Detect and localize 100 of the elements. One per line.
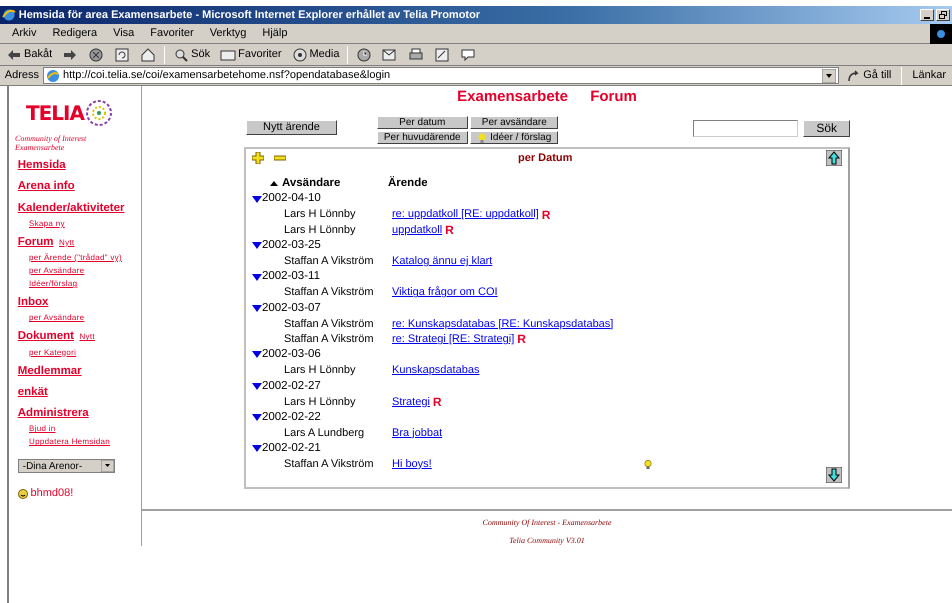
browser-logo-icon (930, 24, 952, 44)
ideas-button[interactable]: Idéer / förslag (470, 131, 558, 144)
search-icon (173, 46, 190, 62)
disc-icon (292, 46, 308, 62)
topic-link[interactable]: Viktiga frågor om COI (392, 284, 498, 301)
down-arrow-icon[interactable] (826, 467, 842, 484)
topic-link[interactable]: Bra jobbat (392, 424, 442, 442)
nav-link[interactable]: Dokument (18, 328, 74, 346)
caption-text: Community of Interest (15, 134, 88, 142)
view-button[interactable]: Per huvudärende (376, 131, 468, 144)
links-button[interactable]: Länkar (908, 66, 950, 86)
mail-icon (382, 46, 398, 62)
reply-marker: R (432, 394, 442, 411)
menu-item[interactable]: Arkiv (4, 25, 44, 42)
sender-name: Lars H Lönnby (284, 394, 357, 410)
reply-marker: R (542, 206, 550, 224)
go-button[interactable]: Gå till (843, 66, 896, 86)
speech-bubble-icon (460, 46, 476, 62)
page-icon (46, 68, 60, 82)
view-button[interactable]: Per avsändare (470, 116, 558, 128)
date-group: 2002-02-22 (262, 408, 321, 426)
expanded-triangle-icon[interactable] (252, 414, 262, 421)
topic-link[interactable]: Strategi (392, 394, 430, 410)
new-link[interactable]: Nytt (59, 236, 74, 249)
nav-link[interactable]: Forum (18, 234, 54, 251)
date-group: 2002-02-21 (262, 440, 321, 458)
expanded-triangle-icon[interactable] (252, 196, 262, 203)
new-link[interactable]: Nytt (79, 331, 95, 344)
topic-link[interactable]: re: uppdatkoll [RE: uppdatkoll] (392, 206, 539, 223)
address-field[interactable]: http://coi.telia.se/coi/examensarbetehome.nsf?opendatabase&login (43, 67, 840, 84)
caption-text: Examensarbete (15, 142, 66, 152)
favorites-button[interactable]: Favoriter (216, 44, 286, 64)
sender-name: Lars H Lönnby (284, 207, 357, 222)
history-icon (356, 46, 372, 62)
footer-text: Telia Community V3.01 (509, 535, 585, 548)
up-arrow-icon[interactable] (826, 150, 842, 166)
user-name: bhmd08! (30, 486, 74, 502)
nav-link[interactable]: enkät (18, 384, 48, 401)
brand-logo: TELIA (26, 100, 84, 127)
column-header[interactable]: Avsändare (282, 174, 388, 192)
topic-link[interactable]: Kunskapsdatabas (392, 362, 480, 379)
sub-nav-link[interactable]: Skapa ny (29, 218, 65, 228)
expanded-triangle-icon[interactable] (252, 351, 262, 358)
lightbulb-icon (477, 132, 488, 143)
address-label: Adress (4, 68, 39, 84)
menu-item[interactable]: Redigera (44, 25, 106, 42)
date-group: 2002-03-06 (262, 346, 321, 364)
reply-marker: R (517, 331, 526, 348)
topic-link[interactable]: uppdatkoll (392, 222, 442, 238)
nav-link[interactable]: Administrera (18, 405, 89, 422)
nav-link[interactable]: Kalender/aktiviteter (18, 200, 124, 217)
nav-link[interactable]: Hemsida (18, 157, 66, 174)
sub-nav-link[interactable]: Bjud in (29, 424, 56, 434)
topic-link[interactable]: Katalog ännu ej klart (392, 253, 492, 270)
new-topic-button[interactable]: Nytt ärende (246, 120, 337, 134)
menu-item[interactable]: Visa (105, 25, 142, 42)
topic-link[interactable]: re: Kunskapsdatabas [RE: Kunskapsdatabas] (392, 316, 614, 332)
topic-link[interactable]: re: Strategi [RE: Strategi] (392, 331, 514, 348)
sender-name: Staffan A Vikström (284, 316, 374, 332)
sub-nav-link[interactable]: Uppdatera Hemsidan (29, 437, 110, 446)
topic-link[interactable]: Hi boys! (392, 456, 432, 472)
view-button[interactable]: Per datum (376, 116, 468, 128)
arena-select[interactable]: -Dina Arenor- (18, 459, 115, 474)
sub-nav-link[interactable]: per Kategori (29, 348, 76, 356)
menu-item[interactable]: Verktyg (202, 25, 254, 42)
back-button[interactable]: Bakåt (2, 44, 56, 64)
sub-nav-link[interactable]: per Avsändare (29, 266, 84, 275)
expanded-triangle-icon[interactable] (252, 304, 262, 312)
expanded-triangle-icon[interactable] (252, 242, 262, 250)
nav-link[interactable]: Medlemmar (18, 362, 82, 380)
search-button[interactable]: Sök (803, 120, 850, 136)
menu-item[interactable]: Favoriter (142, 25, 202, 42)
date-group: 2002-03-11 (262, 268, 320, 286)
sender-name: Lars H Lönnby (284, 363, 357, 378)
page-heading: Examensarbete Forum (457, 87, 637, 107)
column-header[interactable]: Ärende (388, 174, 428, 192)
date-group: 2002-04-10 (262, 190, 321, 208)
sub-nav-link[interactable]: per Ärende ("trådad" vy) (29, 253, 122, 262)
expanded-triangle-icon[interactable] (252, 274, 262, 281)
sender-name: Lars A Lundberg (284, 426, 366, 441)
date-group: 2002-02-27 (262, 378, 321, 395)
sub-nav-link[interactable]: Idéer/förslag (29, 279, 78, 288)
restore-button[interactable] (936, 9, 950, 21)
dropdown-arrow-icon (822, 68, 836, 82)
search-button[interactable]: Sök (169, 44, 214, 64)
sender-name: Staffan A Vikström (284, 456, 374, 472)
expanded-triangle-icon[interactable] (252, 382, 262, 390)
search-field[interactable] (692, 120, 798, 136)
edit-icon (434, 46, 450, 62)
date-group: 2002-03-07 (262, 300, 321, 317)
reply-marker: R (445, 222, 454, 240)
home-icon (140, 46, 156, 62)
nav-link[interactable]: Arena info (18, 178, 75, 196)
sub-nav-link[interactable]: per Avsändare (29, 313, 84, 322)
menu-item[interactable]: Hjälp (254, 25, 296, 42)
minimize-button[interactable] (920, 9, 934, 21)
dropdown-arrow-icon (100, 460, 114, 472)
nav-link[interactable]: Inbox (18, 294, 48, 312)
media-button[interactable]: Media (288, 44, 344, 64)
expanded-triangle-icon[interactable] (252, 445, 262, 452)
